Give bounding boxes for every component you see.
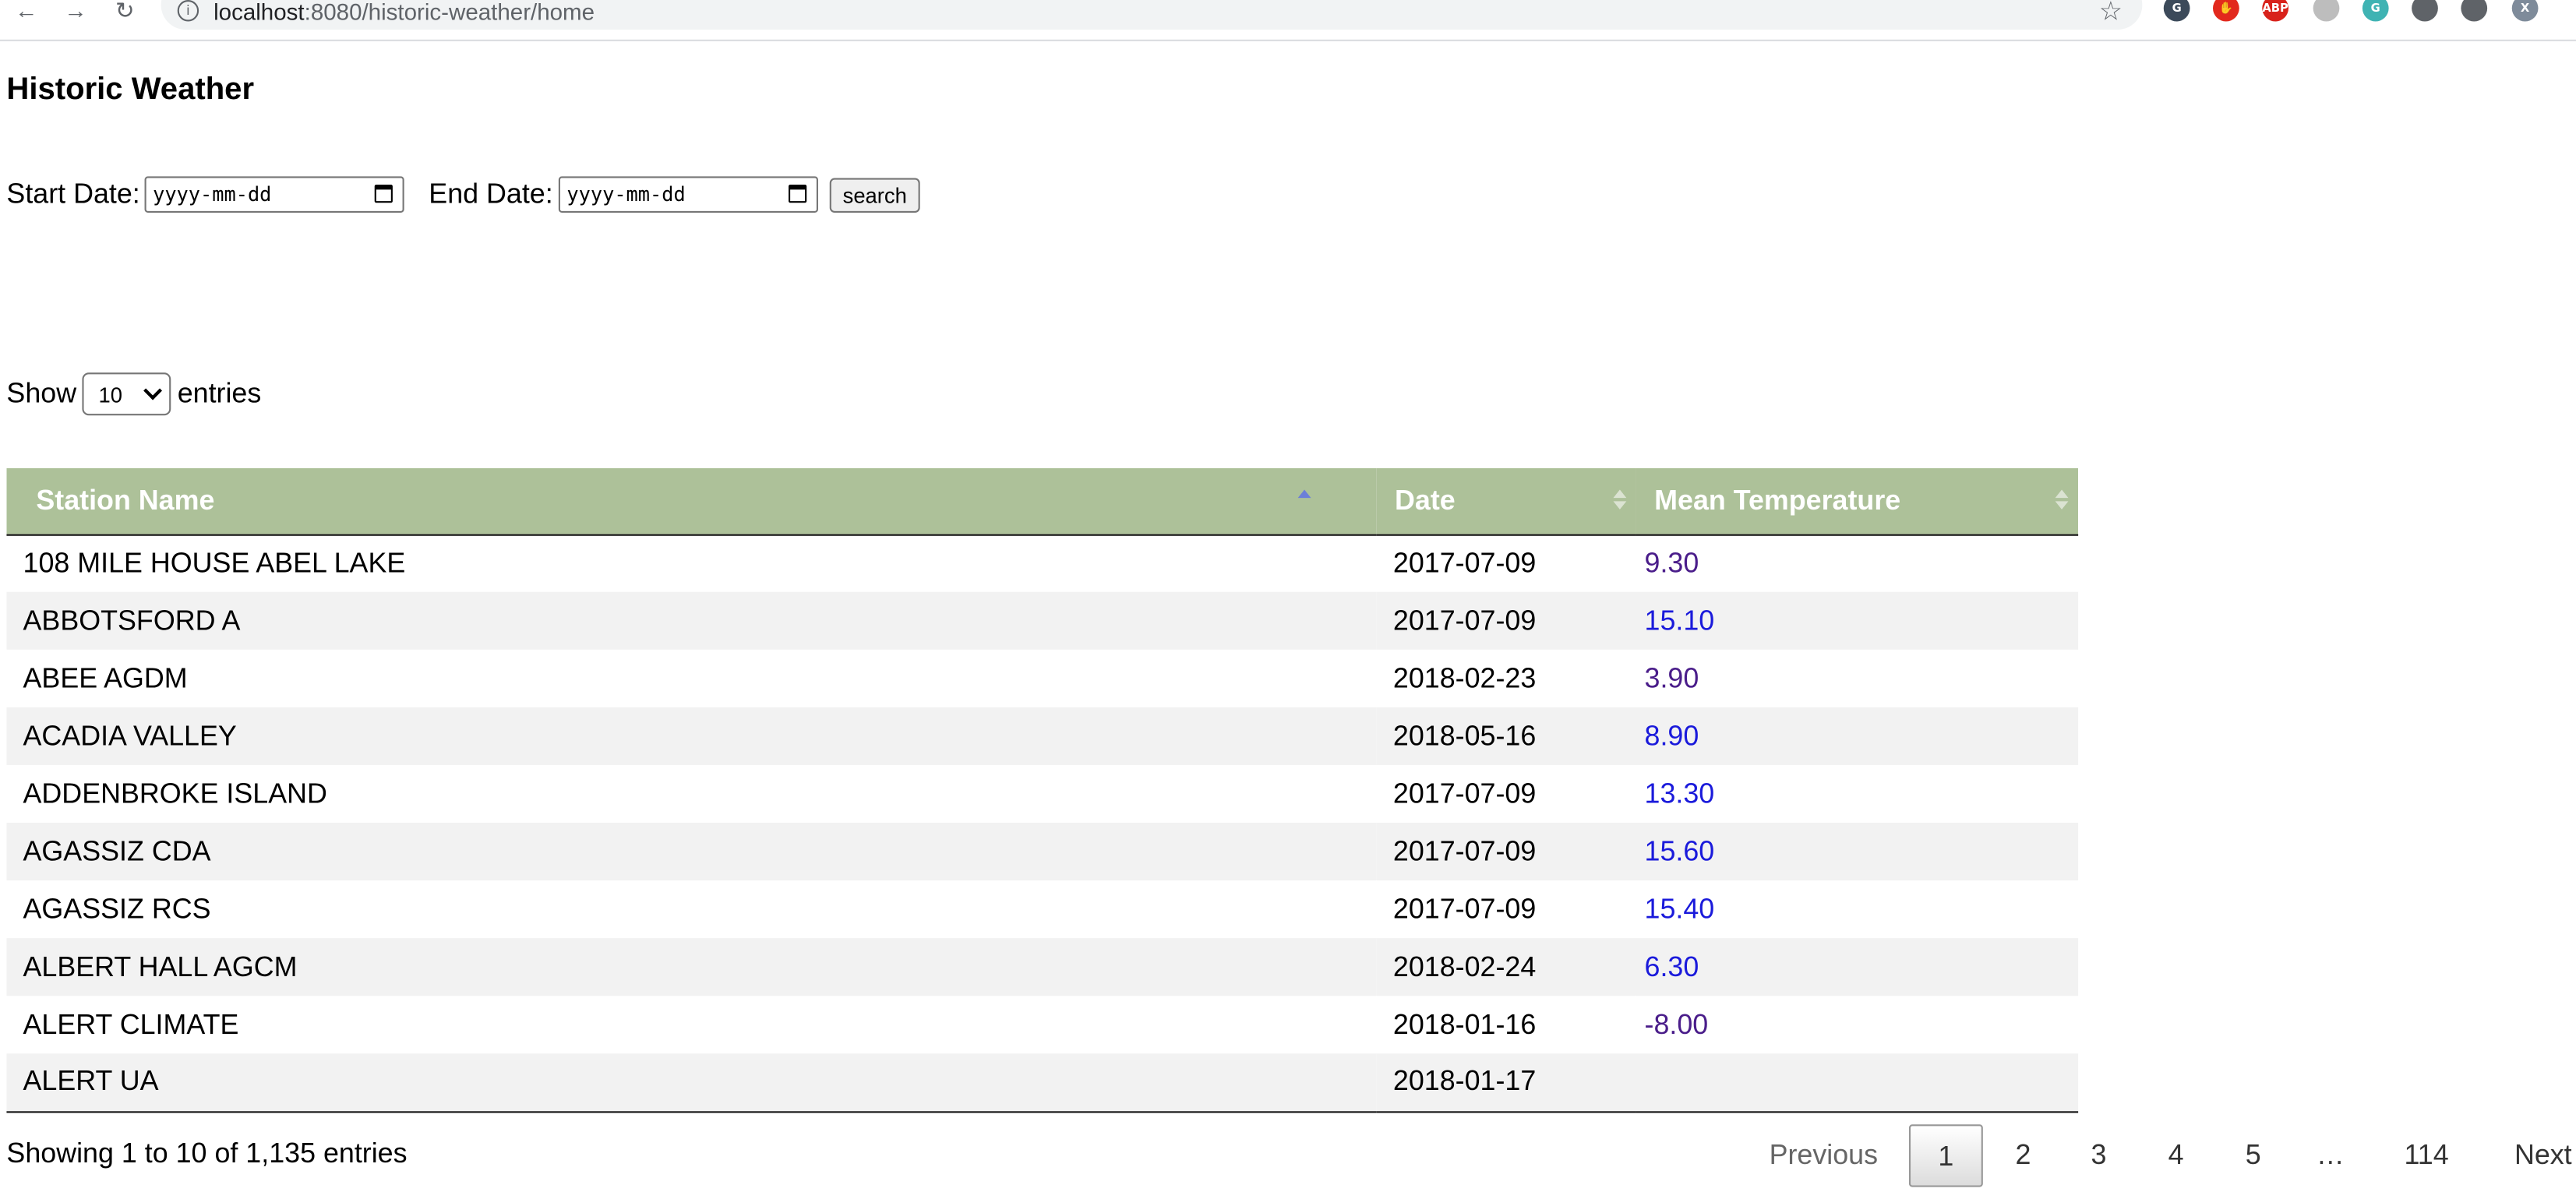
back-arrow-icon[interactable]: ←	[10, 0, 43, 23]
start-date-input[interactable]: yyyy-mm-dd	[144, 176, 404, 213]
station-name-cell: ACADIA VALLEY	[6, 707, 1377, 765]
table-row: ACADIA VALLEY 2018-05-16 8.90	[6, 707, 2079, 765]
mean-temperature-cell: 3.90	[1644, 661, 1699, 693]
station-name-cell: ALERT CLIMATE	[23, 1008, 239, 1040]
station-name-cell: ADDENBROKE ISLAND	[23, 777, 327, 809]
site-info-icon[interactable]: i	[177, 0, 199, 22]
station-name-cell: ABEE AGDM	[23, 661, 188, 693]
mean-temperature-cell: 6.30	[1636, 938, 2079, 996]
date-cell: 2017-07-09	[1376, 591, 1636, 650]
station-name-cell: ABBOTSFORD A	[6, 591, 1377, 650]
table-row: ABEE AGDM 2018-02-23 3.90	[6, 650, 2078, 707]
sort-ascending-icon	[1297, 489, 1311, 513]
column-header-date[interactable]: Date	[1376, 468, 1636, 535]
column-header-station-name[interactable]: Station Name	[6, 468, 1377, 535]
date-cell: 2018-02-24	[1376, 938, 1636, 996]
table-body: 108 MILE HOUSE ABEL LAKE 2017-07-09 9.30 AB…	[6, 534, 2079, 1113]
date-cell: 2017-07-09	[1376, 822, 1636, 881]
mean-temperature-cell	[1636, 1053, 2079, 1113]
page-button-114[interactable]: 114	[2369, 1124, 2484, 1187]
page-button-2[interactable]: 2	[1986, 1124, 2060, 1187]
google-g-icon[interactable]: G	[2163, 0, 2190, 22]
browser-toolbar: ← → ↻ i localhost:8080/historic-weather/…	[0, 0, 2576, 41]
column-header-label: Mean Temperature	[1654, 484, 1901, 516]
weather-table: Station Name Date Mean Temperature 108 M…	[6, 468, 2079, 1113]
column-header-label: Date	[1395, 484, 1456, 516]
sort-both-icon	[2055, 489, 2069, 513]
table-row: ABBOTSFORD A 2017-07-09 15.10	[6, 591, 2079, 650]
station-name-cell: AGASSIZ RCS	[23, 892, 211, 925]
end-date-input[interactable]: yyyy-mm-dd	[558, 176, 818, 213]
column-header-label: Station Name	[36, 484, 215, 516]
show-label: Show	[6, 377, 77, 409]
forward-arrow-icon[interactable]: →	[59, 0, 92, 23]
media-queue-icon[interactable]	[2461, 0, 2488, 22]
page-button-1[interactable]: 1	[1908, 1124, 1983, 1187]
calendar-icon[interactable]	[789, 185, 807, 203]
station-name-cell: ALERT UA	[6, 1053, 1377, 1113]
station-name-cell: ALBERT HALL AGCM	[6, 938, 1377, 996]
start-date-label: Start Date:	[6, 178, 140, 210]
date-cell: 2017-07-09	[1392, 547, 1537, 579]
date-cell: 2018-01-16	[1392, 1008, 1537, 1040]
mean-temperature-cell: 15.60	[1636, 822, 2079, 881]
chevron-down-icon	[143, 381, 163, 400]
mean-temperature-cell: 8.90	[1636, 707, 2079, 765]
table-row: ALBERT HALL AGCM 2018-02-24 6.30	[6, 938, 2079, 996]
column-header-mean-temperature[interactable]: Mean Temperature	[1636, 468, 2079, 535]
table-row: 108 MILE HOUSE ABEL LAKE 2017-07-09 9.30	[6, 534, 2078, 592]
calendar-icon[interactable]	[374, 185, 393, 203]
next-page-button[interactable]: Next	[2494, 1124, 2576, 1187]
pagination-ellipsis: …	[2316, 1139, 2345, 1171]
end-date-placeholder: yyyy-mm-dd	[566, 182, 686, 206]
entries-per-page-select[interactable]: 10	[82, 372, 171, 416]
abp-icon[interactable]: ABP	[2262, 0, 2289, 22]
sort-both-icon	[1613, 489, 1627, 513]
table-row: ADDENBROKE ISLAND 2017-07-09 13.30	[6, 765, 2078, 823]
table-info: Showing 1 to 10 of 1,135 entries	[6, 1137, 408, 1169]
entries-label: entries	[177, 377, 262, 409]
station-name-cell: 108 MILE HOUSE ABEL LAKE	[23, 547, 406, 579]
reload-icon[interactable]: ↻	[108, 0, 141, 23]
previous-page-button[interactable]: Previous	[1745, 1124, 1902, 1187]
browser-window: ← → ↻ i localhost:8080/historic-weather/…	[0, 0, 2576, 1192]
start-date-placeholder: yyyy-mm-dd	[153, 182, 272, 206]
leaf-extension-icon[interactable]: G	[2362, 0, 2389, 22]
circle-extension-icon[interactable]	[2313, 0, 2340, 22]
address-url[interactable]: localhost:8080/historic-weather/home	[213, 0, 595, 25]
table-header-row: Station Name Date Mean Temperature	[6, 468, 2079, 535]
end-date-label: End Date:	[429, 178, 553, 210]
entries-select-value: 10	[98, 382, 123, 407]
page-button-4[interactable]: 4	[2139, 1124, 2213, 1187]
mean-temperature-cell: 13.30	[1644, 777, 1715, 809]
adblock-hand-icon[interactable]: ✋	[2213, 0, 2239, 22]
table-row: ALERT UA 2018-01-17	[6, 1053, 2079, 1113]
address-bar[interactable]: i localhost:8080/historic-weather/home ☆	[161, 0, 2143, 30]
mean-temperature-cell: 15.10	[1636, 591, 2079, 650]
page-button-3[interactable]: 3	[2062, 1124, 2136, 1187]
date-cell: 2017-07-09	[1392, 777, 1537, 809]
table-row: AGASSIZ CDA 2017-07-09 15.60	[6, 822, 2079, 881]
date-cell: 2018-01-17	[1376, 1053, 1636, 1113]
puzzle-icon[interactable]	[2412, 0, 2438, 22]
date-cell: 2018-05-16	[1376, 707, 1636, 765]
table-row: AGASSIZ RCS 2017-07-09 15.40	[6, 880, 2078, 938]
table-row: ALERT CLIMATE 2018-01-16 -8.00	[6, 996, 2078, 1053]
profile-avatar[interactable]: X	[2511, 0, 2539, 22]
date-cell: 2017-07-09	[1392, 892, 1537, 925]
page-title: Historic Weather	[6, 72, 255, 108]
bookmark-star-icon[interactable]: ☆	[2099, 0, 2123, 28]
station-name-cell: AGASSIZ CDA	[6, 822, 1377, 881]
mean-temperature-cell: -8.00	[1644, 1008, 1709, 1040]
mean-temperature-cell: 15.40	[1644, 892, 1715, 925]
date-cell: 2018-02-23	[1392, 661, 1537, 693]
search-button[interactable]: search	[829, 178, 920, 213]
page-button-5[interactable]: 5	[2216, 1124, 2290, 1187]
mean-temperature-cell: 9.30	[1644, 547, 1699, 579]
